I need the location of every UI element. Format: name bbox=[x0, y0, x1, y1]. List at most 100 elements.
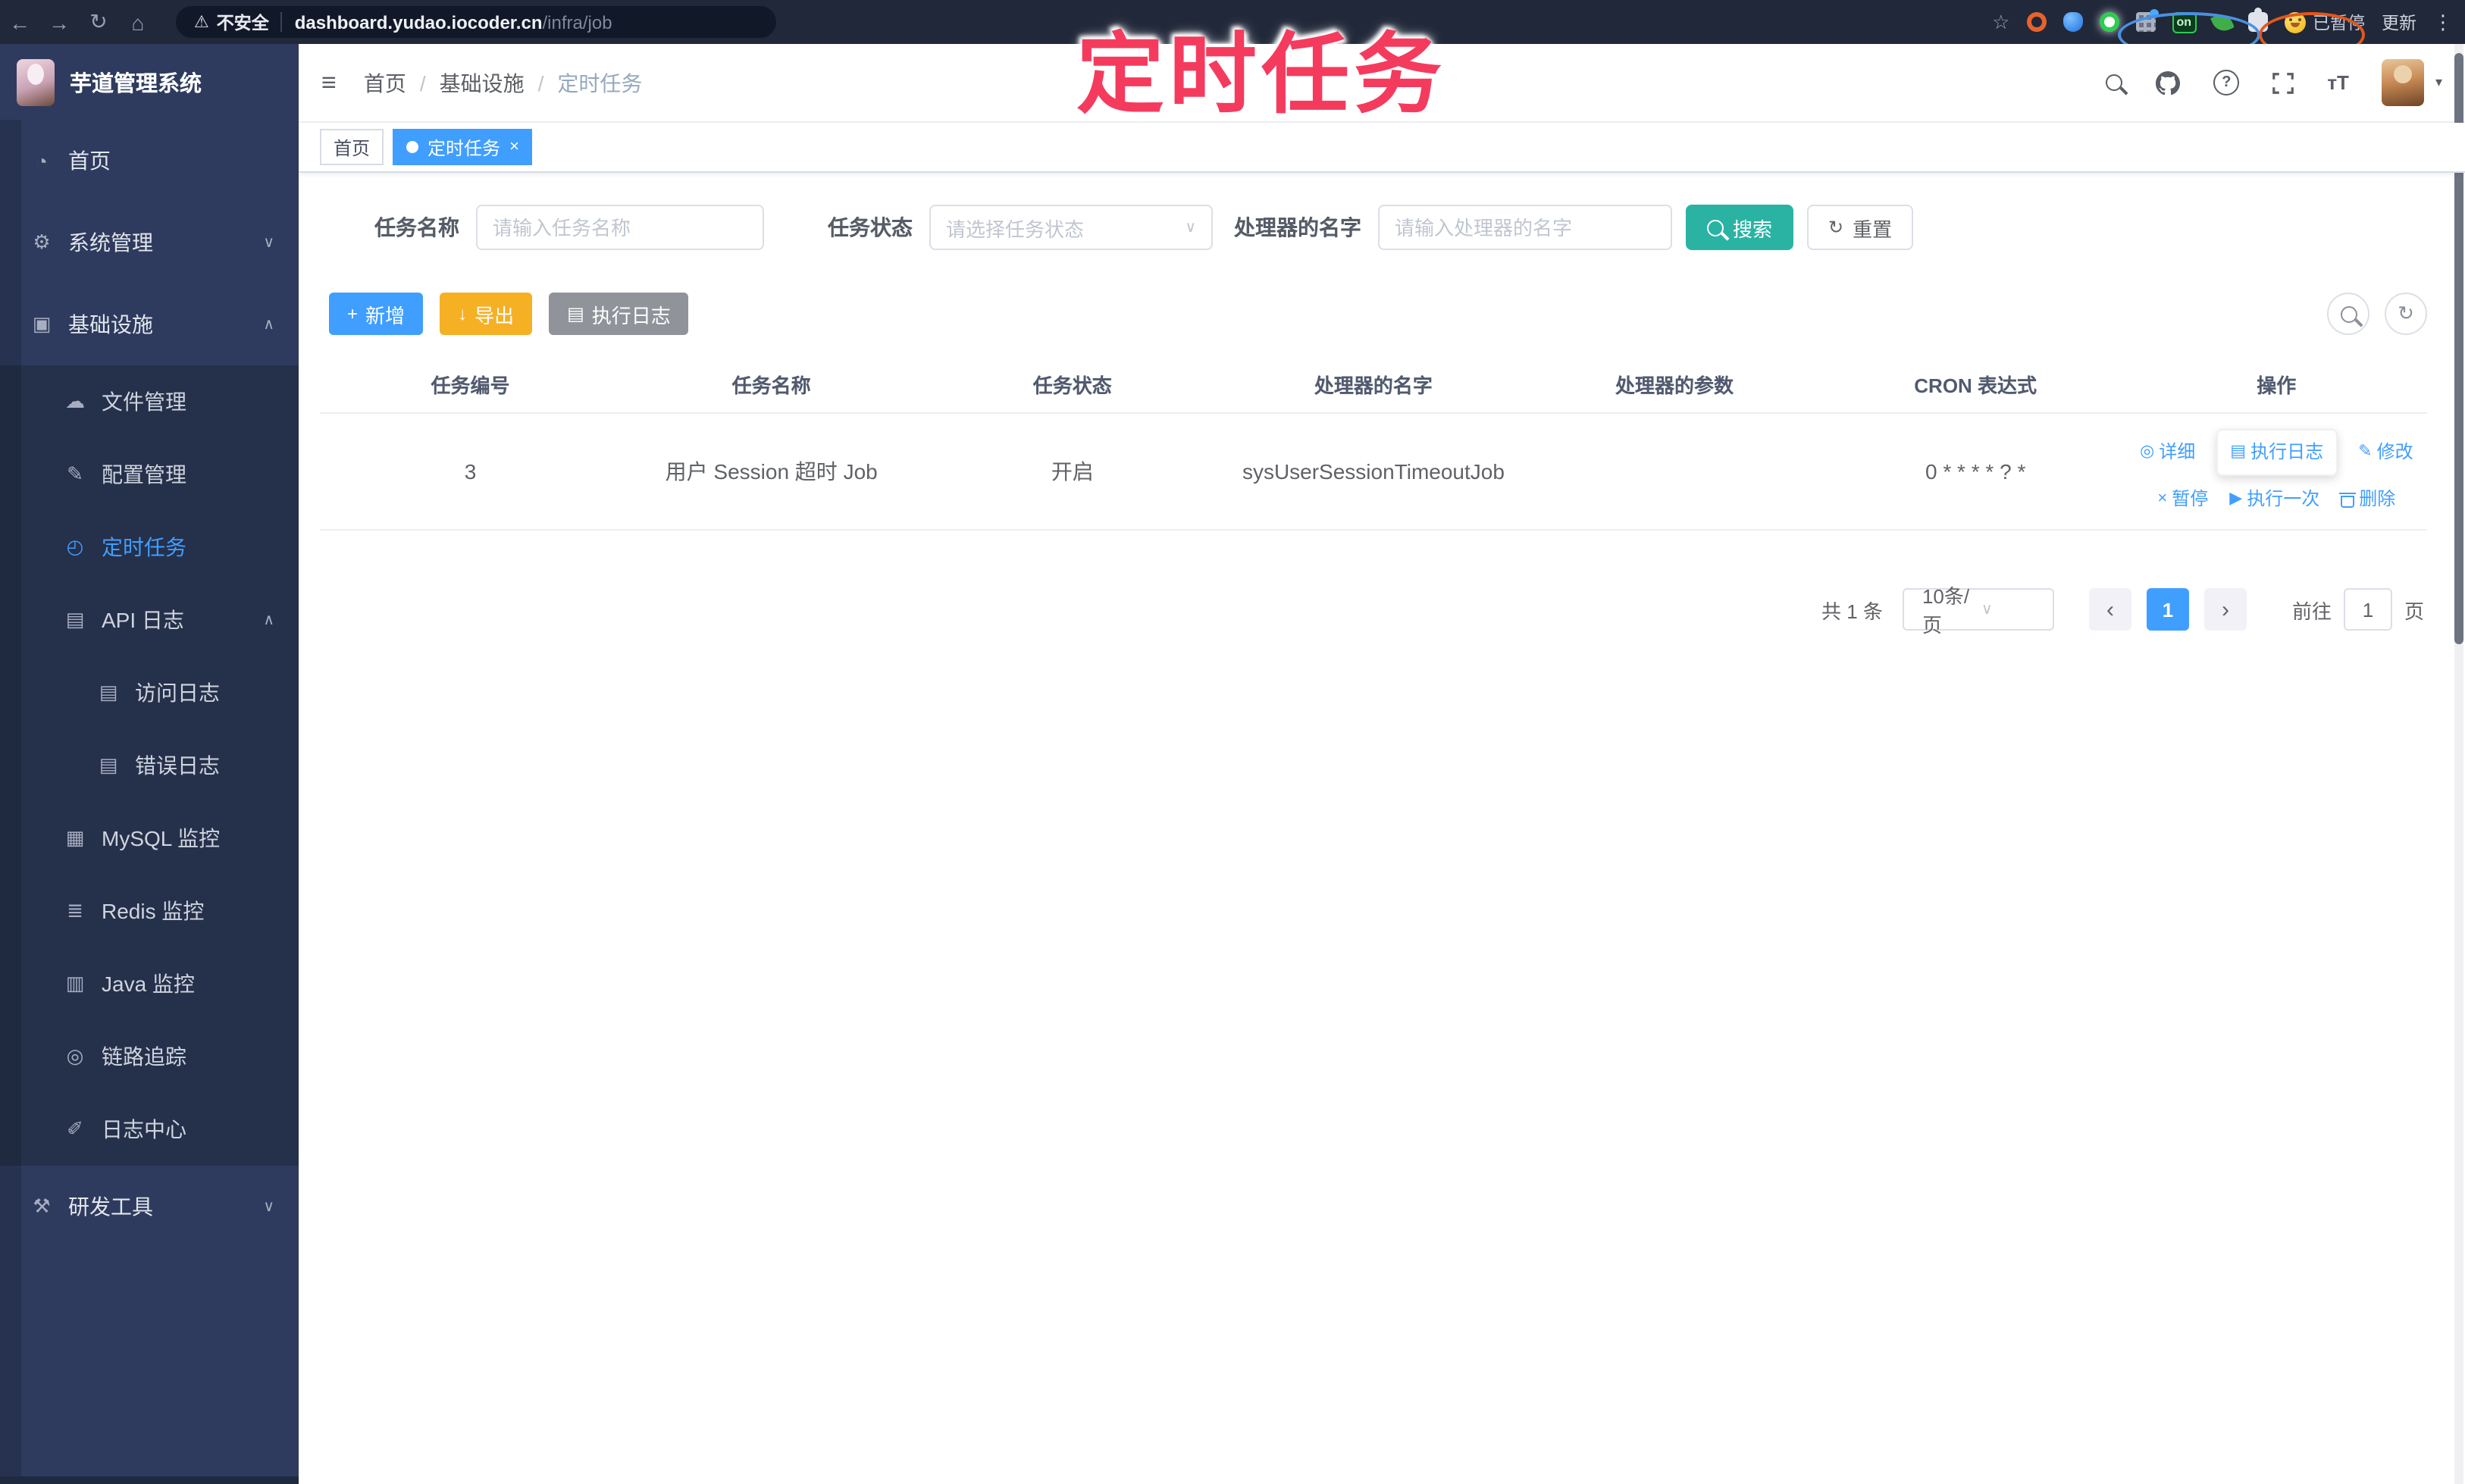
user-menu[interactable]: ▾ bbox=[2382, 59, 2442, 106]
on-badge[interactable]: on bbox=[2172, 11, 2196, 33]
sidebar: 芋道管理系统 ◔ 首页 ⚙ 系统管理 ∨ ▣ 基础设施 ∧ ☁ 文件管理 ✎ 配… bbox=[0, 44, 299, 1484]
jobs-table: 任务编号 任务名称 任务状态 处理器的名字 处理器的参数 CRON 表达式 操作… bbox=[320, 355, 2427, 531]
breadcrumb-current: 定时任务 bbox=[557, 70, 643, 95]
help-icon[interactable]: ? bbox=[2213, 70, 2240, 95]
sidebar-item-label: API 日志 bbox=[102, 608, 184, 632]
detail-link[interactable]: ◎ 详细 bbox=[2140, 438, 2195, 467]
home-icon[interactable]: ⌂ bbox=[118, 10, 158, 34]
exec-log-link[interactable]: ▤ 执行日志 bbox=[2216, 428, 2338, 476]
fullscreen-icon[interactable] bbox=[2272, 72, 2294, 93]
reset-button[interactable]: ↻ 重置 bbox=[1807, 205, 1914, 250]
breadcrumb-separator: / bbox=[537, 70, 544, 95]
profile-chip[interactable]: 已暂停 bbox=[2284, 10, 2365, 34]
sidebar-item-system[interactable]: ⚙ 系统管理 ∨ bbox=[0, 202, 299, 283]
back-icon[interactable]: ← bbox=[0, 10, 39, 34]
sidebar-item-home[interactable]: ◔ 首页 bbox=[0, 120, 299, 202]
update-button[interactable]: 更新 bbox=[2382, 10, 2416, 34]
extension-icon-grid[interactable] bbox=[2135, 9, 2159, 32]
extensions-puzzle-icon[interactable] bbox=[2247, 8, 2267, 32]
sidebar-item-mysql[interactable]: ▦ MySQL 监控 bbox=[0, 802, 299, 875]
pause-link[interactable]: × 暂停 bbox=[2157, 485, 2208, 514]
export-button[interactable]: ↓ 导出 bbox=[440, 293, 533, 335]
app-logo[interactable]: 芋道管理系统 bbox=[0, 44, 299, 120]
gear-icon: ⚙ bbox=[33, 230, 51, 253]
task-name-input[interactable] bbox=[476, 205, 764, 250]
tag-home[interactable]: 首页 bbox=[320, 129, 384, 165]
sidebar-item-log-center[interactable]: ✐ 日志中心 bbox=[0, 1093, 299, 1166]
list-icon: ▤ bbox=[2230, 442, 2247, 461]
sidebar-item-redis[interactable]: ≣ Redis 监控 bbox=[0, 875, 299, 947]
tags-view: 首页 定时任务 × bbox=[299, 123, 2465, 173]
handler-name-input[interactable] bbox=[1378, 205, 1672, 250]
add-button-label: 新增 bbox=[365, 304, 406, 327]
task-status-select[interactable]: 请选择任务状态 ∨ bbox=[929, 205, 1213, 250]
search-icon[interactable] bbox=[2106, 74, 2123, 91]
forward-icon[interactable]: → bbox=[39, 10, 79, 34]
handler-name-label: 处理器的名字 bbox=[1234, 215, 1361, 240]
edit-link[interactable]: ✎ 修改 bbox=[2358, 438, 2413, 467]
exec-log-button-label: 执行日志 bbox=[591, 304, 671, 327]
sidebar-item-label: 日志中心 bbox=[102, 1117, 186, 1141]
refresh-table-button[interactable]: ↻ bbox=[2385, 293, 2427, 335]
log-icon: ▤ bbox=[65, 608, 85, 631]
sidebar-item-config[interactable]: ✎ 配置管理 bbox=[0, 438, 299, 511]
sidebar-item-label: 配置管理 bbox=[102, 462, 186, 487]
top-navbar: ≡ 首页 / 基础设施 / 定时任务 ? тT ▾ bbox=[299, 44, 2465, 123]
sidebar-item-error-log[interactable]: ▤ 错误日志 bbox=[0, 729, 299, 802]
sidebar-item-job[interactable]: ◴ 定时任务 bbox=[0, 511, 299, 584]
extension-icon-green[interactable] bbox=[2099, 12, 2119, 32]
profile-chip-label: 已暂停 bbox=[2313, 14, 2365, 33]
page-size-select[interactable]: 10条/页 ∨ bbox=[1902, 585, 2054, 637]
sidebar-item-label: 首页 bbox=[68, 149, 111, 173]
reload-icon[interactable]: ↻ bbox=[79, 9, 118, 35]
next-page-button[interactable]: › bbox=[2203, 588, 2247, 631]
extension-icon-blue[interactable] bbox=[2063, 12, 2083, 32]
chevron-down-icon: ∨ bbox=[263, 1198, 274, 1215]
url-path: /infra/job bbox=[542, 11, 612, 33]
page-scrollbar[interactable] bbox=[2454, 44, 2463, 1484]
run-once-link[interactable]: ▶ 执行一次 bbox=[2229, 485, 2319, 514]
tag-job[interactable]: 定时任务 × bbox=[393, 129, 533, 165]
sidebar-item-infra[interactable]: ▣ 基础设施 ∧ bbox=[0, 283, 299, 365]
chrome-toolbar: ☆ on 已暂停 更新 ⋮ bbox=[1975, 8, 2465, 57]
extension-icon-orange[interactable] bbox=[2026, 12, 2047, 32]
col-job-status: 任务状态 bbox=[1032, 374, 1112, 396]
bookmark-star-icon[interactable]: ☆ bbox=[1992, 10, 2009, 34]
delete-link[interactable]: 删除 bbox=[2339, 485, 2395, 514]
sidebar-item-trace[interactable]: ◎ 链路追踪 bbox=[0, 1020, 299, 1093]
exec-log-button[interactable]: ▤ 执行日志 bbox=[549, 293, 689, 335]
active-dot bbox=[406, 141, 419, 153]
goto-page-input[interactable] bbox=[2343, 588, 2392, 631]
list-icon: ▤ bbox=[567, 303, 584, 324]
sidebar-item-devtools[interactable]: ⚒ 研发工具 ∨ bbox=[0, 1166, 299, 1248]
database-icon: ▦ bbox=[65, 826, 85, 849]
sidebar-item-file[interactable]: ☁ 文件管理 bbox=[0, 365, 299, 438]
app-title: 芋道管理系统 bbox=[70, 72, 202, 96]
github-icon[interactable] bbox=[2156, 70, 2181, 95]
add-button[interactable]: + 新增 bbox=[329, 293, 424, 335]
font-size-icon[interactable]: тT bbox=[2327, 71, 2349, 94]
task-name-label: 任务名称 bbox=[374, 215, 459, 240]
security-label[interactable]: 不安全 bbox=[217, 10, 269, 34]
sidebar-item-api-log[interactable]: ▤ API 日志 ∧ bbox=[0, 584, 299, 656]
fold-sidebar-icon[interactable]: ≡ bbox=[321, 67, 337, 98]
breadcrumb-home[interactable]: 首页 bbox=[364, 67, 406, 98]
pencil-icon: ✐ bbox=[67, 1117, 83, 1140]
download-icon: ↓ bbox=[458, 303, 468, 324]
eye-icon: ◎ bbox=[66, 1044, 84, 1067]
chevron-down-icon: ∨ bbox=[1185, 219, 1196, 236]
sidebar-item-java[interactable]: ▥ Java 监控 bbox=[0, 947, 299, 1020]
sidebar-item-access-log[interactable]: ▤ 访问日志 bbox=[0, 656, 299, 729]
close-icon[interactable]: × bbox=[509, 138, 519, 156]
col-handler-name: 处理器的名字 bbox=[1314, 374, 1433, 396]
browser-menu-icon[interactable]: ⋮ bbox=[2433, 10, 2453, 34]
search-button[interactable]: 搜索 bbox=[1686, 205, 1794, 250]
breadcrumb-infra[interactable]: 基础设施 bbox=[440, 67, 525, 98]
table-tools: ↻ bbox=[2312, 293, 2427, 335]
prev-page-button[interactable]: ‹ bbox=[2088, 588, 2131, 631]
address-bar[interactable]: ⚠ 不安全 dashboard.yudao.iocoder.cn /infra/… bbox=[176, 6, 776, 38]
cell-actions: ◎ 详细 ▤ 执行日志 ✎ 修改 × 暂停 ▶ 执行一次 删除 bbox=[2126, 424, 2427, 519]
extension-icon-leaf[interactable] bbox=[2210, 10, 2234, 34]
page-1-button[interactable]: 1 bbox=[2146, 588, 2189, 631]
toggle-search-button[interactable] bbox=[2327, 293, 2369, 335]
